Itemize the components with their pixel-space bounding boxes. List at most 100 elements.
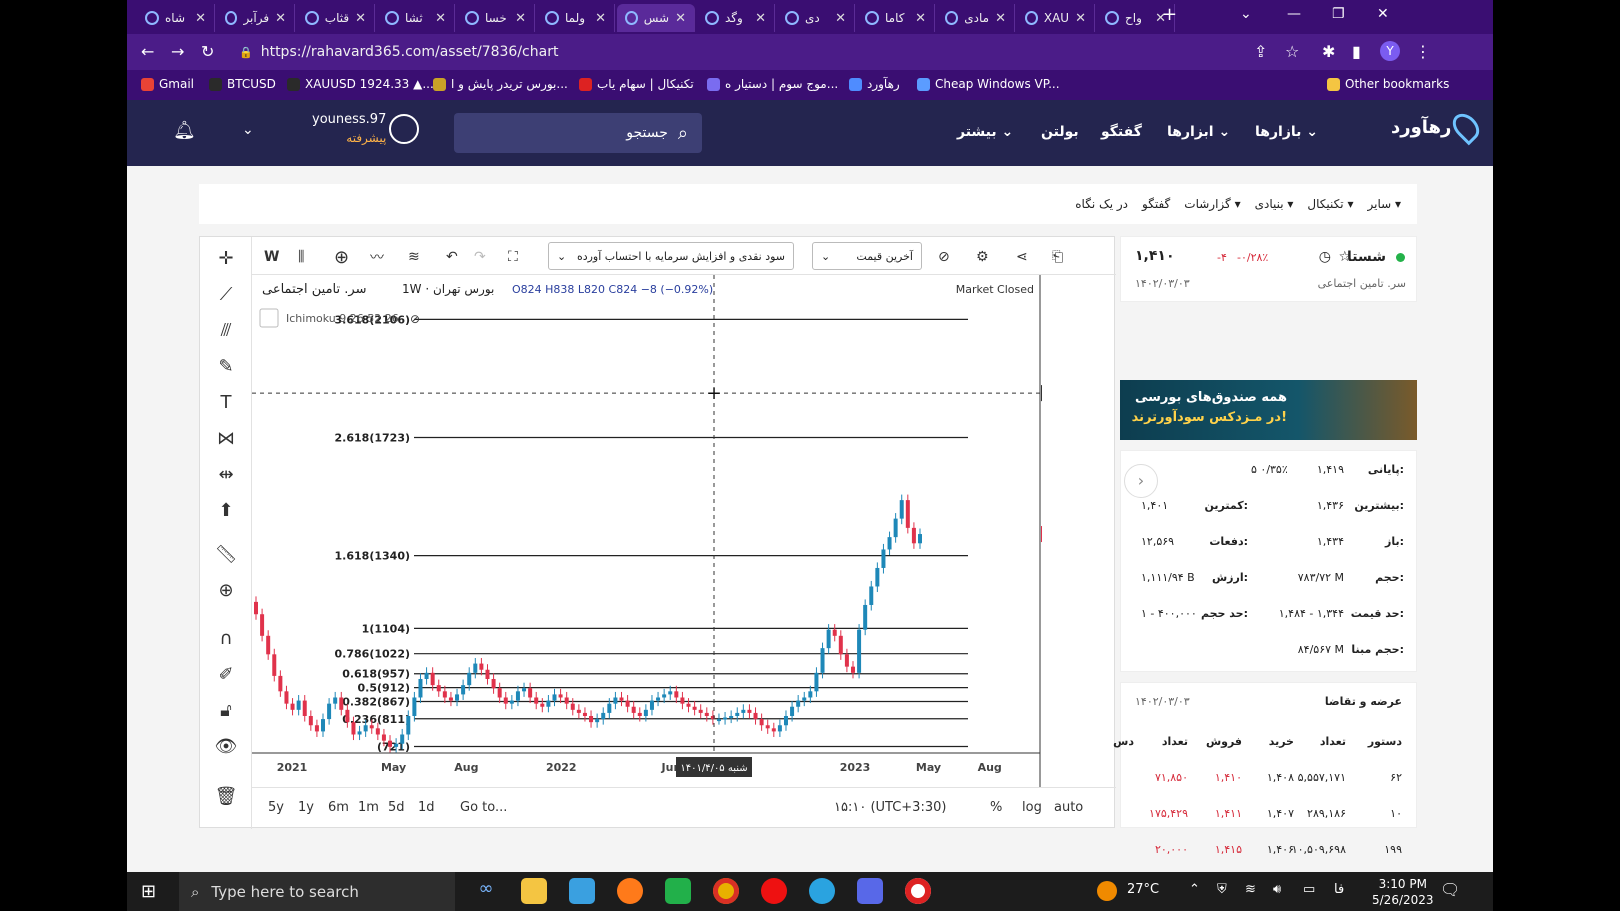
candle[interactable]: [905, 494, 910, 534]
hide-drawings-icon[interactable]: ⊘: [938, 245, 950, 269]
scale-button[interactable]: log: [1022, 800, 1042, 815]
chrome-icon[interactable]: [713, 878, 739, 904]
indicator-visibility-icon[interactable]: ⊘: [410, 312, 420, 326]
browser-menu-icon[interactable]: ⋮: [1415, 42, 1431, 61]
tab-close-icon[interactable]: ✕: [515, 11, 526, 26]
tab-close-icon[interactable]: ✕: [195, 11, 206, 26]
subnav-item[interactable]: گفتگو: [1142, 197, 1170, 211]
tab-close-icon[interactable]: ✕: [675, 11, 686, 26]
measure-tool-icon[interactable]: ⇹: [214, 463, 238, 487]
trash-tool-icon[interactable]: 🗑︎: [214, 785, 238, 809]
tab-close-icon[interactable]: ✕: [595, 11, 606, 26]
range-button-6m[interactable]: 6m: [328, 800, 349, 815]
user-dropdown-chevron-icon[interactable]: ⌄: [242, 122, 254, 138]
bookmark-item[interactable]: Cheap Windows VP...: [917, 77, 1060, 91]
task-view-icon[interactable]: ∞: [473, 878, 499, 904]
candle[interactable]: [857, 624, 862, 679]
recorder-icon[interactable]: [905, 878, 931, 904]
camtasia-icon[interactable]: [665, 878, 691, 904]
range-button-5d[interactable]: 5d: [388, 800, 405, 815]
tab-search-icon[interactable]: ⌄: [1240, 6, 1252, 22]
notification-bell-icon[interactable]: 🔔︎: [173, 120, 196, 141]
url-field[interactable]: 🔒 https://rahavard365.com/asset/7836/cha…: [239, 40, 558, 64]
range-button-1d[interactable]: 1d: [418, 800, 435, 815]
zoom-in-tool-icon[interactable]: ⊕: [214, 579, 238, 603]
menu-tools[interactable]: ابزارها ⌄: [1167, 124, 1230, 140]
tray-chevron-icon[interactable]: ⌃: [1189, 882, 1200, 897]
site-search[interactable]: جستجو ⌕: [454, 113, 702, 153]
volume-icon[interactable]: 🔊︎: [1273, 882, 1281, 897]
profile-avatar[interactable]: Y: [1380, 41, 1400, 61]
wifi-icon[interactable]: ≋: [1245, 882, 1256, 897]
redo-icon[interactable]: ↷: [474, 245, 486, 269]
new-tab-icon[interactable]: +: [1162, 4, 1177, 25]
menu-markets[interactable]: بازارها ⌄: [1255, 124, 1318, 140]
menu-more[interactable]: بیشتر ⌄: [957, 124, 1013, 140]
taskbar-clock[interactable]: 3:10 PM 5/26/2023: [1372, 876, 1434, 908]
browser-tab[interactable]: دی ✕: [777, 4, 855, 32]
adjustment-dropdown[interactable]: ⌄ سود نقدی و افزایش سرمایه با احتساب آور…: [548, 242, 794, 270]
share-chart-icon[interactable]: ⋖: [1016, 245, 1028, 269]
tab-close-icon[interactable]: ✕: [835, 11, 846, 26]
indicators-icon[interactable]: 〰: [370, 245, 384, 269]
bookmark-item[interactable]: Gmail: [141, 77, 194, 91]
browser-tab[interactable]: وگد ✕: [697, 4, 775, 32]
tab-close-icon[interactable]: ✕: [1075, 11, 1086, 26]
scale-button[interactable]: auto: [1054, 800, 1083, 815]
minimize-icon[interactable]: —: [1287, 6, 1301, 22]
weather-icon[interactable]: [1097, 881, 1117, 901]
battery-icon[interactable]: ▭: [1303, 882, 1315, 897]
store-icon[interactable]: [569, 878, 595, 904]
tab-close-icon[interactable]: ✕: [275, 11, 286, 26]
subnav-item[interactable]: گزارشات ▾: [1184, 197, 1240, 211]
back-icon[interactable]: ←: [141, 42, 154, 61]
telegram-icon[interactable]: [809, 878, 835, 904]
eye-tool-icon[interactable]: 👁︎: [214, 735, 238, 759]
forward-icon[interactable]: →: [171, 42, 184, 61]
goto-button[interactable]: Go to...: [460, 800, 507, 815]
compare-symbol-icon[interactable]: ⊕: [334, 245, 349, 269]
user-avatar[interactable]: [389, 114, 419, 144]
browser-tab[interactable]: مادی ✕: [937, 4, 1015, 32]
tab-close-icon[interactable]: ✕: [915, 11, 926, 26]
snapshot-icon[interactable]: ⎗: [1052, 245, 1063, 269]
share-icon[interactable]: ⇪: [1254, 42, 1267, 61]
candle-type-icon[interactable]: ⫼: [298, 245, 304, 269]
weather-temp[interactable]: 27°C: [1127, 882, 1159, 897]
restore-icon[interactable]: ❐: [1332, 6, 1345, 22]
subnav-item[interactable]: در یک نگاه: [1075, 197, 1128, 211]
tab-close-icon[interactable]: ✕: [995, 11, 1006, 26]
firefox-icon[interactable]: [617, 878, 643, 904]
timezone-label[interactable]: ۱۵:۱۰ (UTC+3:30): [834, 800, 946, 815]
templates-icon[interactable]: ≋: [408, 245, 420, 269]
browser-tab[interactable]: XAU ✕: [1017, 4, 1095, 32]
legend-collapse-chevron-icon[interactable]: [259, 308, 279, 328]
magnet-tool-icon[interactable]: ∩: [214, 627, 238, 651]
browser-tab[interactable]: قثاب ✕: [297, 4, 375, 32]
close-window-icon[interactable]: ✕: [1377, 6, 1389, 22]
language-indicator[interactable]: فا: [1334, 882, 1344, 897]
bookmark-item[interactable]: BTCUSD: [209, 77, 276, 91]
range-button-1y[interactable]: 1y: [298, 800, 314, 815]
chart-settings-icon[interactable]: ⚙: [976, 245, 989, 269]
subnav-item[interactable]: سایر ▾: [1367, 197, 1401, 211]
ruler-tool-icon[interactable]: 📏︎: [214, 543, 238, 567]
sidepanel-icon[interactable]: ▮: [1352, 42, 1361, 61]
bookmark-item[interactable]: رهآورد: [849, 77, 900, 91]
extensions-icon[interactable]: ✱: [1322, 42, 1335, 61]
browser-tab[interactable]: ثشا ✕: [377, 4, 455, 32]
interval-button[interactable]: W: [264, 245, 279, 269]
taskbar-search[interactable]: ⌕ Type here to search: [179, 872, 455, 911]
browser-tab[interactable]: شاه ✕: [137, 4, 215, 32]
history-clock-icon[interactable]: ◷: [1319, 249, 1331, 265]
lock-draw-tool-icon[interactable]: ✐: [214, 663, 238, 687]
subnav-item[interactable]: تکنیکال ▾: [1307, 197, 1353, 211]
range-button-5y[interactable]: 5y: [268, 800, 284, 815]
notifications-icon[interactable]: 🗨︎: [1440, 880, 1460, 899]
crosshair-tool-icon[interactable]: ✛: [214, 247, 238, 271]
browser-tab[interactable]: کاما ✕: [857, 4, 935, 32]
opera-icon[interactable]: [761, 878, 787, 904]
brush-tool-icon[interactable]: ✎: [214, 355, 238, 379]
site-logo[interactable]: رهآورد: [1391, 108, 1485, 146]
other-bookmarks[interactable]: Other bookmarks: [1327, 77, 1449, 91]
